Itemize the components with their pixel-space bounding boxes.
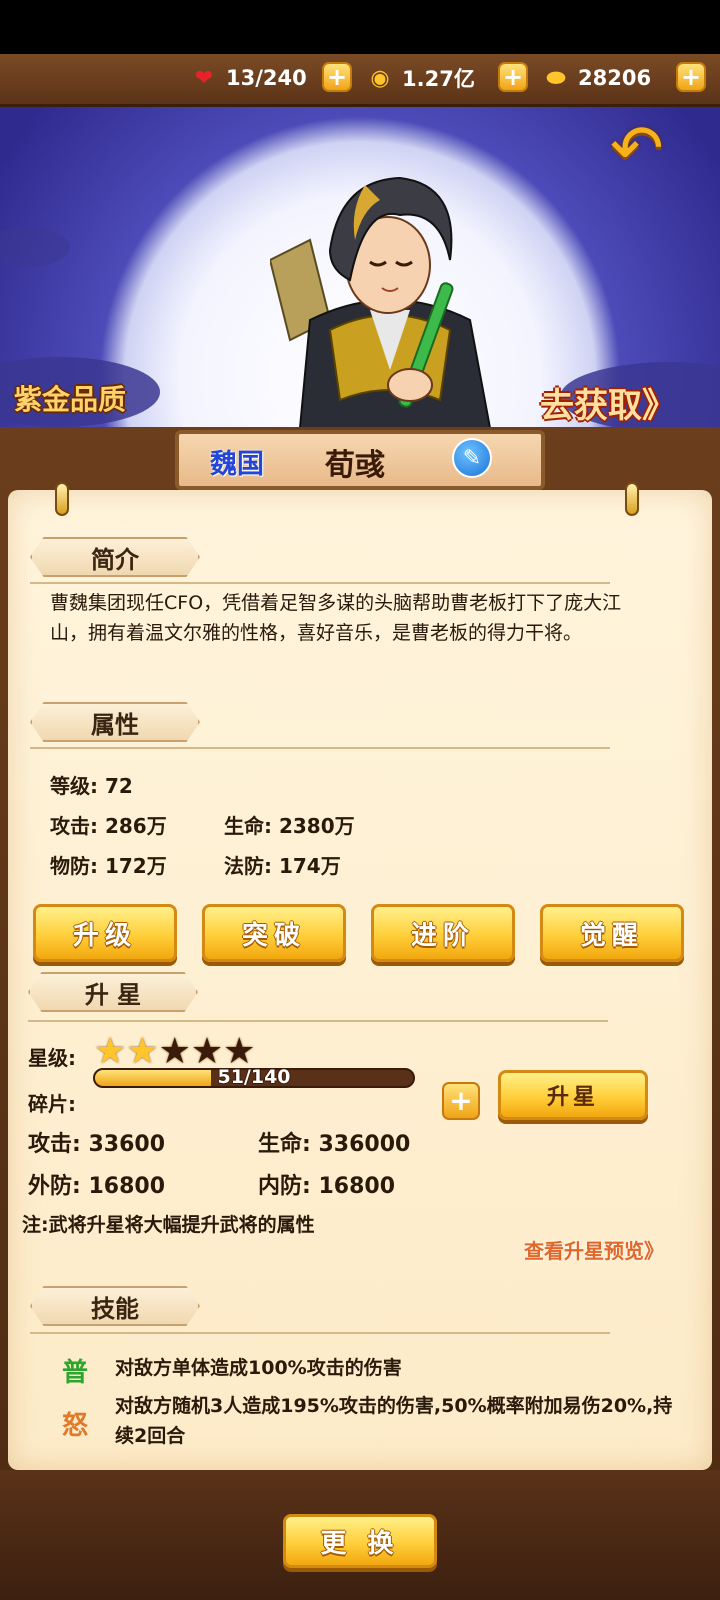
- attr-magic-def: 法防: 174万: [224, 854, 341, 878]
- skills-title: 技能: [91, 1294, 139, 1323]
- intro-title: 简介: [91, 545, 139, 574]
- star-up-preview-link[interactable]: 查看升星预览》: [524, 1235, 664, 1264]
- coin-icon: ◉: [370, 65, 390, 91]
- add-shards-button[interactable]: +: [442, 1082, 480, 1120]
- stamina-value: 13/240: [226, 66, 307, 90]
- normal-skill-text: 对敌方单体造成100%攻击的伤害: [115, 1357, 402, 1379]
- obtain-link[interactable]: 去获取》: [540, 378, 676, 427]
- star-outer-def: 外防: 16800: [28, 1174, 165, 1199]
- upgrade-button[interactable]: 升级: [33, 904, 177, 962]
- star-up-button[interactable]: 升星: [498, 1070, 648, 1120]
- normal-skill-tag: 普: [62, 1358, 89, 1388]
- divider: [30, 582, 610, 584]
- star-filled-icon: ★: [126, 1031, 159, 1072]
- shards-progress-text: 51/140: [217, 1066, 291, 1088]
- star-empty-icon: ★: [190, 1031, 224, 1072]
- shards-label: 碎片:: [28, 1092, 76, 1116]
- attr-hp: 生命: 2380万: [224, 814, 355, 838]
- star-empty-icon: ★: [158, 1031, 191, 1072]
- status-bar: [0, 0, 720, 54]
- stamina-icon: ❤: [194, 65, 214, 91]
- attributes-title: 属性: [91, 710, 139, 739]
- star-attack: 攻击: 33600: [28, 1132, 165, 1157]
- section-header-attributes: 属性: [30, 702, 200, 742]
- star-up-note: 注:武将升星将大幅提升武将的属性: [22, 1214, 315, 1236]
- coins-value: 1.27亿: [402, 67, 475, 91]
- section-header-intro: 简介: [30, 537, 200, 577]
- edit-pencil-icon[interactable]: ✎: [452, 438, 492, 478]
- add-ingots-button[interactable]: +: [676, 62, 706, 92]
- gold-ingot-icon: ⬬: [546, 65, 566, 91]
- breakthrough-button[interactable]: 突破: [202, 904, 346, 962]
- divider: [30, 747, 610, 749]
- star-rating: ★ ★ ★ ★ ★: [94, 1034, 255, 1070]
- scroll-pin-right: [625, 482, 639, 516]
- section-header-star-up: 升 星: [28, 972, 198, 1012]
- rage-skill-tag: 怒: [62, 1411, 89, 1441]
- divider: [28, 1020, 608, 1022]
- hero-quality-label: 紫金品质: [14, 383, 127, 416]
- star-inner-def: 内防: 16800: [258, 1174, 395, 1199]
- star-up-title: 升 星: [84, 980, 142, 1009]
- attr-physical-def: 物防: 172万: [50, 854, 167, 878]
- star-hp: 生命: 336000: [258, 1132, 411, 1157]
- divider: [30, 1332, 610, 1334]
- replace-button[interactable]: 更 换: [283, 1514, 437, 1568]
- attr-attack: 攻击: 286万: [50, 814, 167, 838]
- awaken-button[interactable]: 觉醒: [540, 904, 684, 962]
- add-coins-button[interactable]: +: [498, 62, 528, 92]
- star-rating-label: 星级:: [28, 1046, 76, 1070]
- star-empty-icon: ★: [223, 1031, 256, 1072]
- hero-portrait: [270, 176, 492, 428]
- ingots-resource: ⬬ 28206: [542, 60, 651, 96]
- star-filled-icon: ★: [94, 1031, 127, 1072]
- attr-level: 等级: 72: [50, 774, 133, 798]
- hero-description: 曹魏集团现任CFO，凭借着足智多谋的头脑帮助曹老板打下了庞大江山，拥有着温文尔雅…: [50, 592, 622, 644]
- back-arrow-icon[interactable]: ↶: [610, 112, 694, 186]
- stamina-resource: ❤ 13/240: [190, 60, 307, 96]
- scroll-pin-left: [55, 482, 69, 516]
- section-header-skills: 技能: [30, 1286, 200, 1326]
- add-stamina-button[interactable]: +: [322, 62, 352, 92]
- advance-button[interactable]: 进阶: [371, 904, 515, 962]
- faction-label: 魏国: [210, 449, 264, 480]
- ingots-value: 28206: [578, 66, 652, 90]
- coins-resource: ◉ 1.27亿: [366, 60, 475, 96]
- rage-skill-text: 对敌方随机3人造成195%攻击的伤害,50%概率附加易伤20%,持续2回合: [115, 1395, 673, 1447]
- hero-name: 荀彧: [325, 448, 385, 483]
